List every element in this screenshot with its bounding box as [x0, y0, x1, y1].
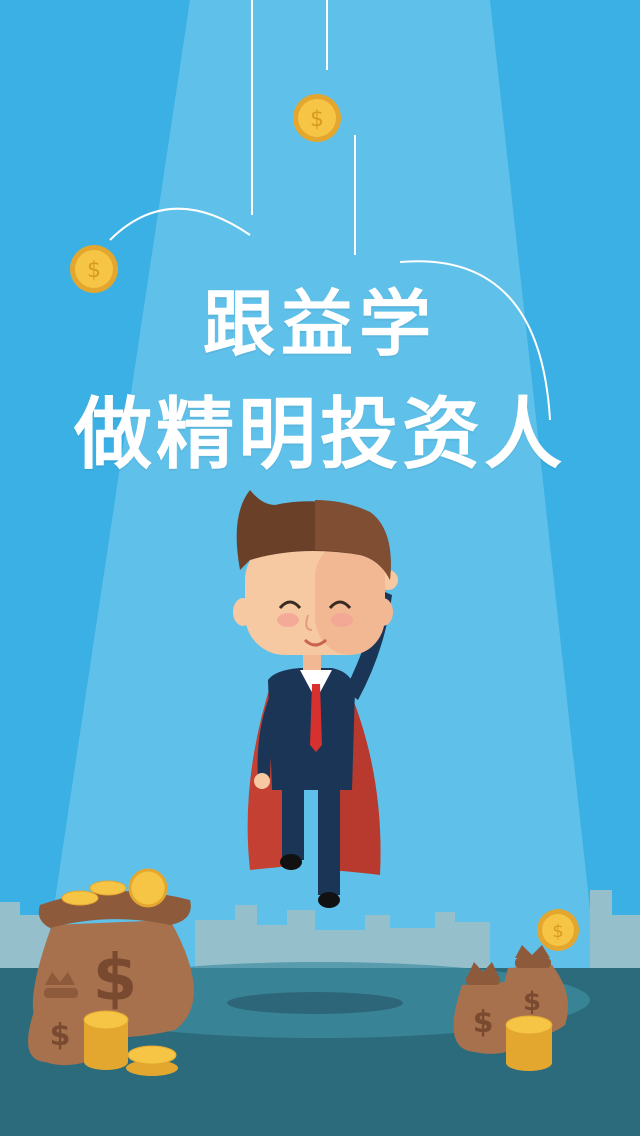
headline-line-2: 做精明投资人 [73, 390, 566, 480]
bag-dollar-sign: $ [93, 942, 138, 1016]
bag-dollar-sign: $ [50, 1018, 71, 1053]
coin-icon: $ [537, 909, 579, 951]
headline-line-1: 跟益学 [202, 282, 437, 366]
coin-symbol: $ [310, 107, 324, 132]
bag-dollar-sign: $ [523, 987, 541, 1017]
splash-illustration: $ $ $ $ $ $ $ [0, 0, 640, 1136]
coin-stack-icon [505, 1015, 553, 1071]
bag-dollar-sign: $ [473, 1005, 494, 1040]
coin-symbol: $ [552, 921, 563, 942]
hero-shadow [227, 992, 403, 1014]
coin-icon: $ [293, 94, 341, 142]
